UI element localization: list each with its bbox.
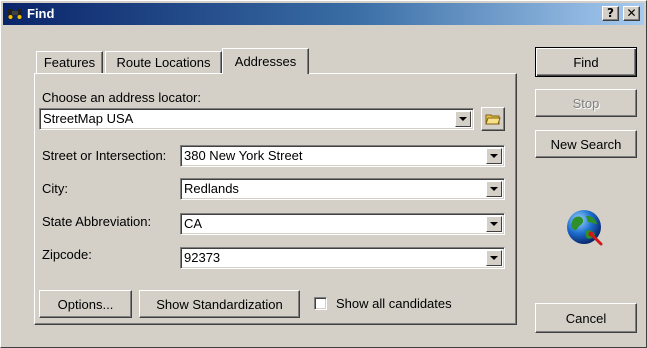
addresses-panel <box>34 73 517 325</box>
find-button[interactable]: Find <box>535 47 637 77</box>
globe-icon <box>567 210 603 246</box>
stop-button[interactable]: Stop <box>535 89 637 117</box>
binoculars-icon <box>8 9 22 19</box>
new-search-button[interactable]: New Search <box>535 130 637 158</box>
tab-route-locations[interactable]: Route Locations <box>105 51 222 73</box>
find-dialog: Find ? ✕ Features Route Locations Addres… <box>0 0 647 348</box>
help-button[interactable]: ? <box>602 6 619 21</box>
tab-features[interactable]: Features <box>36 51 103 73</box>
cancel-button[interactable]: Cancel <box>535 303 637 333</box>
tab-addresses[interactable]: Addresses <box>222 48 309 74</box>
title-bar[interactable]: Find ? ✕ <box>3 3 644 25</box>
close-button[interactable]: ✕ <box>623 6 640 21</box>
window-title: Find <box>27 6 55 21</box>
